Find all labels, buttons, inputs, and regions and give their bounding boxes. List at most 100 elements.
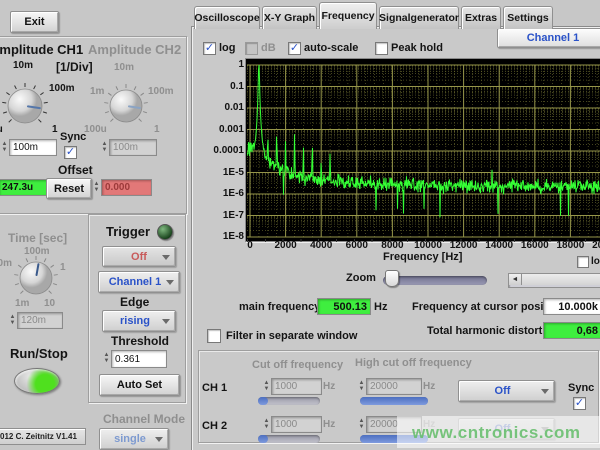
ch1-high-cutoff-slider[interactable] (360, 397, 428, 405)
thd-label: Total harmonic distortion (427, 325, 559, 337)
watermark-text: www.cntronics.com (412, 423, 580, 443)
high-cutoff-column-header: High cut off frequency (355, 357, 472, 369)
trigger-edge-dropdown[interactable]: rising (102, 310, 176, 332)
trigger-edge-value: rising (120, 315, 150, 327)
spinner-down-icon: ▼ (104, 359, 110, 364)
x-axis-title: Frequency [Hz] (383, 251, 462, 263)
offset-spinner: ▲ ▼ (92, 180, 101, 195)
check-icon: ✓ (290, 42, 299, 54)
ch1-amplitude-input[interactable]: 100m (9, 139, 57, 156)
main-frequency-label: main frequency (239, 301, 320, 313)
log-checkbox[interactable]: ✓ (203, 42, 216, 55)
zoom-slider-thumb[interactable] (385, 270, 399, 287)
exit-button-label: Exit (24, 16, 44, 28)
reset-button-label: Reset (54, 183, 84, 195)
chevron-down-icon (155, 437, 163, 446)
ch2-knob-label-100u: 100u (84, 124, 107, 135)
trigger-channel-dropdown[interactable]: Channel 1 (98, 271, 180, 293)
offset-readout: 247.3u (0, 179, 49, 196)
offset-reset-button[interactable]: Reset (46, 178, 92, 199)
run-stop-button[interactable] (14, 368, 60, 394)
chevron-down-icon (541, 389, 549, 398)
ch1-low-cutoff-input: 1000 (271, 378, 322, 395)
amplitude-sync-checkbox[interactable]: ✓ (64, 146, 77, 159)
amplitude-ch1-title: Amplitude CH1 (0, 42, 83, 57)
y-tick-label: 0.0001 (198, 145, 244, 156)
ch2-low-hz-label: Hz (323, 419, 335, 430)
spectrum-plot[interactable] (247, 60, 600, 238)
trigger-mode-value: Off (131, 251, 147, 263)
amplitude-ch1-knob[interactable] (0, 81, 50, 131)
ch1-low-spinner: ▲ ▼ (262, 379, 271, 394)
ch2-low-cutoff-input: 1000 (271, 416, 322, 433)
ch1-high-hz-label: Hz (423, 381, 435, 392)
filter-sync-checkbox[interactable]: ✓ (573, 397, 586, 410)
main-frequency-unit: Hz (374, 301, 387, 313)
ch2-low-spinner: ▲ ▼ (262, 417, 271, 432)
tab-oscilloscope[interactable]: Oscilloscope (194, 6, 260, 29)
spinner-down-icon: ▼ (264, 387, 270, 392)
spinner-down-icon: ▼ (10, 321, 16, 326)
channel-select-button[interactable]: Channel 1 (497, 28, 600, 48)
cursor-frequency-readout: 10.000k (543, 298, 600, 315)
filter-ch1-label: CH 1 (202, 382, 227, 394)
cutoff-column-header: Cut off frequency (252, 359, 343, 371)
ch2-high-spinner: ▲ ▼ (357, 417, 366, 432)
cursor-frequency-label: Frequency at cursor position (412, 301, 564, 313)
x-log-checkbox[interactable] (577, 256, 589, 268)
tab-x-y-graph[interactable]: X-Y Graph (262, 6, 317, 29)
time-knob (13, 255, 59, 301)
exit-button[interactable]: Exit (10, 11, 59, 33)
offset-input: 0.000 (101, 179, 152, 196)
check-icon: ✓ (575, 397, 584, 409)
y-tick-label: 0.01 (198, 102, 244, 113)
plot-scrollbar[interactable]: ◄ (508, 273, 600, 288)
spinner-down-icon: ▼ (359, 387, 365, 392)
ch1-knob-label-10m: 10m (13, 60, 33, 71)
ch1-amplitude-spinner[interactable]: ▲ ▼ (0, 140, 9, 155)
tab-settings[interactable]: Settings (503, 6, 553, 29)
trigger-title: Trigger (106, 224, 150, 239)
filter-separate-window-checkbox[interactable] (207, 329, 221, 343)
tab-frequency[interactable]: Frequency (319, 2, 377, 29)
ch1-knob-label-100m: 100m (49, 83, 75, 94)
tab-extras[interactable]: Extras (461, 6, 501, 29)
filter-mode-value: Off (495, 385, 511, 397)
filter-ch2-label: CH 2 (202, 420, 227, 432)
filter-mode-dropdown[interactable]: Off (458, 380, 555, 402)
log-checkbox-label: log (219, 42, 236, 54)
ch1-knob-label-1: 1 (52, 124, 58, 135)
time-spinner: ▲ ▼ (8, 313, 17, 328)
y-tick-label: 0.1 (198, 81, 244, 92)
amplitude-ch2-title: Amplitude CH2 (88, 42, 181, 57)
tab-signalgenerator[interactable]: Signalgenerator (379, 6, 459, 29)
filter-separate-window-label: Filter in separate window (226, 330, 357, 342)
y-tick-label: 1E-5 (198, 167, 244, 178)
ch1-knob-label-100u: 100u (0, 124, 3, 135)
auto-set-label: Auto Set (117, 379, 162, 391)
spinner-down-icon: ▼ (2, 148, 8, 153)
peak-hold-checkbox-label: Peak hold (391, 42, 443, 54)
tab-label: Settings (507, 12, 548, 24)
plot-scrollbar-thumb[interactable] (522, 274, 600, 285)
auto-scale-checkbox-label: auto-scale (304, 42, 358, 54)
version-bar: 012 C. Zeitnitz V1.41 (0, 428, 86, 445)
ch1-high-spinner: ▲ ▼ (357, 379, 366, 394)
time-input: 120m (17, 312, 63, 329)
ch2-low-cutoff-slider[interactable] (258, 435, 320, 443)
scroll-left-icon[interactable]: ◄ (509, 274, 522, 285)
x-tick-label: 20000 (584, 240, 600, 251)
threshold-spinner[interactable]: ▲ ▼ (102, 351, 111, 366)
check-icon: ✓ (205, 42, 214, 54)
ch1-low-cutoff-slider[interactable] (258, 397, 320, 405)
chevron-down-icon (162, 319, 170, 328)
tab-label: Frequency (321, 10, 374, 22)
threshold-input[interactable]: 0.361 (111, 350, 167, 368)
time-knob-label-10: 10 (44, 298, 55, 309)
run-stop-label: Run/Stop (10, 346, 68, 361)
db-checkbox (245, 42, 258, 55)
auto-scale-checkbox[interactable]: ✓ (288, 42, 301, 55)
peak-hold-checkbox[interactable] (375, 42, 388, 55)
auto-set-button[interactable]: Auto Set (99, 374, 180, 396)
time-knob-label-10m: 10m (0, 258, 12, 269)
